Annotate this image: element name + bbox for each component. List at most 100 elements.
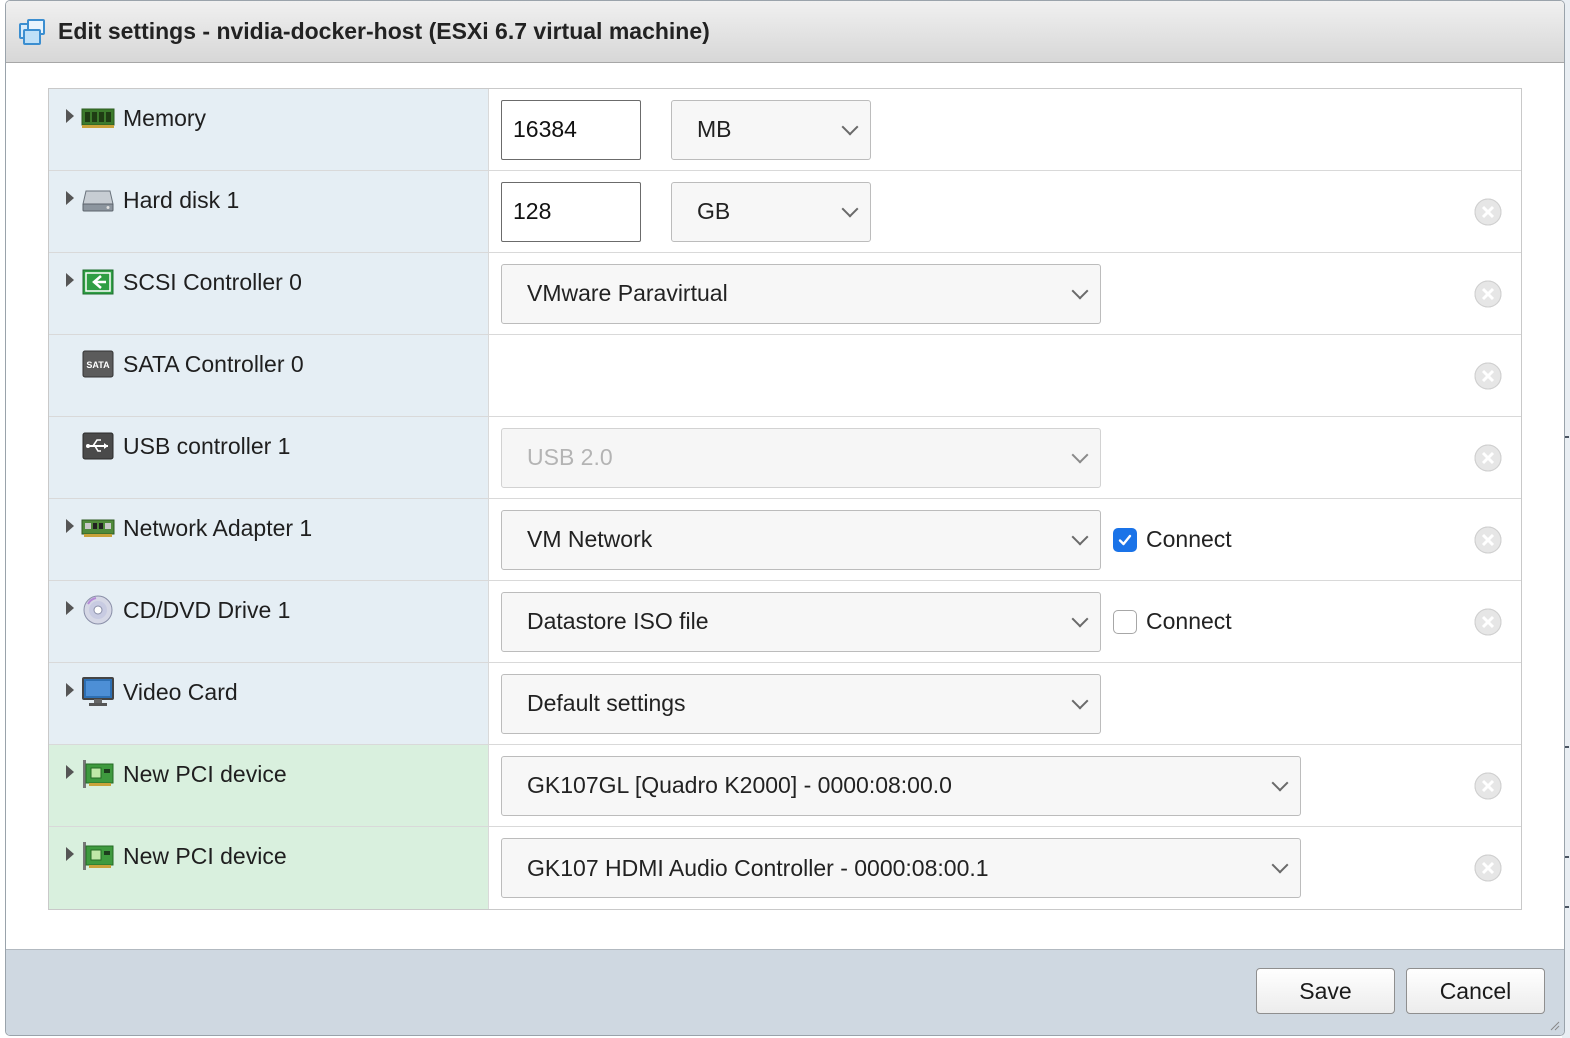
chevron-down-icon [1071, 282, 1089, 299]
expand-arrow-icon[interactable] [59, 515, 81, 537]
remove-device-icon[interactable] [1473, 853, 1503, 883]
device-label[interactable]: Memory [123, 103, 206, 133]
size-input[interactable]: 16384 [501, 99, 641, 160]
dialog-title: Edit settings - nvidia-docker-host (ESXi… [58, 18, 710, 44]
remove-device-icon[interactable] [1473, 443, 1503, 473]
device-select: USB 2.0 [501, 427, 1101, 488]
pci-device-icon [81, 759, 115, 789]
device-value-cell: Datastore ISO file Connect [489, 581, 1521, 662]
device-row: USB controller 1 USB 2.0 [49, 417, 1521, 499]
save-button[interactable]: Save [1256, 968, 1395, 1014]
remove-device-icon[interactable] [1473, 771, 1503, 801]
expand-arrow-icon[interactable] [59, 679, 81, 701]
device-label: USB controller 1 [123, 433, 291, 459]
device-row: Hard disk 1 128 GB [49, 171, 1521, 253]
device-row: New PCI device GK107 HDMI Audio Controlle… [49, 827, 1521, 909]
remove-device-icon[interactable] [1473, 525, 1503, 555]
device-select-value: Default settings [527, 690, 686, 716]
usb-controller-icon [81, 431, 115, 461]
device-row: Network Adapter 1 VM Network Connect [49, 499, 1521, 581]
chevron-down-icon [841, 118, 859, 135]
device-select[interactable]: VM Network [501, 509, 1101, 570]
chevron-down-icon [1071, 610, 1089, 627]
device-select-value: GK107 HDMI Audio Controller - 0000:08:00… [527, 854, 989, 881]
remove-device-icon[interactable] [1473, 361, 1503, 391]
cancel-button[interactable]: Cancel [1406, 968, 1545, 1014]
unit-select-value: GB [697, 198, 731, 224]
remove-device-icon[interactable] [1473, 279, 1503, 309]
device-label[interactable]: SCSI Controller 0 [123, 267, 302, 297]
expand-arrow-icon[interactable] [59, 105, 81, 127]
device-value-cell: 16384 MB [489, 89, 1521, 170]
device-label-cell: CD/DVD Drive 1 [49, 581, 489, 662]
device-select-value: VMware Paravirtual [527, 280, 728, 306]
chevron-down-icon [1071, 692, 1089, 709]
device-select[interactable]: VMware Paravirtual [501, 263, 1101, 324]
device-label[interactable]: CD/DVD Drive 1 [123, 595, 290, 625]
device-value-cell: VMware Paravirtual [489, 253, 1521, 334]
device-value-cell: USB 2.0 [489, 417, 1521, 498]
device-label-cell: SCSI Controller 0 [49, 253, 489, 334]
device-select[interactable]: GK107GL [Quadro K2000] - 0000:08:00.0 [501, 755, 1301, 816]
device-label[interactable]: Hard disk 1 [123, 185, 239, 215]
device-row: Video Card Default settings [49, 663, 1521, 745]
expand-arrow-icon[interactable] [59, 187, 81, 209]
connect-checkbox[interactable] [1113, 609, 1137, 634]
device-value-cell: VM Network Connect [489, 499, 1521, 580]
expand-arrow-icon[interactable] [59, 269, 81, 291]
pci-device-icon [81, 841, 115, 871]
connect-checkbox[interactable] [1113, 527, 1137, 552]
connect-toggle[interactable]: Connect [1113, 526, 1232, 553]
device-row: Memory 16384 MB [49, 89, 1521, 171]
vm-settings-icon [19, 18, 45, 45]
unit-select-value: MB [697, 116, 732, 142]
device-select-value: USB 2.0 [527, 444, 613, 470]
device-row: SCSI Controller 0 VMware Paravirtual [49, 253, 1521, 335]
resize-handle-icon[interactable] [1548, 1019, 1560, 1031]
hard-disk-icon [81, 185, 115, 215]
sata-controller-icon: SATA [81, 349, 115, 379]
cd-dvd-icon [81, 595, 115, 625]
size-input[interactable]: 128 [501, 181, 641, 242]
chevron-down-icon [1271, 856, 1289, 874]
device-value-cell: GK107 HDMI Audio Controller - 0000:08:00… [489, 827, 1521, 909]
expand-arrow-icon[interactable] [59, 843, 81, 865]
unit-select[interactable]: MB [671, 99, 871, 160]
device-label[interactable]: Video Card [123, 677, 238, 707]
device-value-cell [489, 335, 1521, 416]
unit-select[interactable]: GB [671, 181, 871, 242]
device-select[interactable]: GK107 HDMI Audio Controller - 0000:08:00… [501, 838, 1301, 898]
device-label[interactable]: Network Adapter 1 [123, 513, 312, 543]
video-card-icon [81, 677, 115, 707]
device-select-value: VM Network [527, 526, 653, 552]
connect-label: Connect [1146, 608, 1232, 634]
expand-arrow-icon[interactable] [59, 761, 81, 783]
device-label-cell: Memory [49, 89, 489, 170]
device-label[interactable]: New PCI device [123, 841, 287, 871]
connect-toggle[interactable]: Connect [1113, 608, 1232, 635]
scsi-controller-icon [81, 267, 115, 297]
device-select-value: GK107GL [Quadro K2000] - 0000:08:00.0 [527, 772, 952, 798]
dialog-titlebar[interactable]: Edit settings - nvidia-docker-host (ESXi… [6, 1, 1564, 63]
connect-label: Connect [1146, 526, 1232, 552]
device-value-cell: Default settings [489, 663, 1521, 744]
chevron-down-icon [1071, 446, 1089, 463]
device-label-cell: Hard disk 1 [49, 171, 489, 252]
device-label[interactable]: New PCI device [123, 759, 287, 789]
device-list: Memory 16384 MB Hard disk 1 128 GB SCSI Contro… [48, 88, 1522, 910]
device-select[interactable]: Datastore ISO file [501, 591, 1101, 652]
device-value-cell: GK107GL [Quadro K2000] - 0000:08:00.0 [489, 745, 1521, 826]
device-row: CD/DVD Drive 1 Datastore ISO file Connect [49, 581, 1521, 663]
remove-device-icon[interactable] [1473, 607, 1503, 637]
dialog-footer: Save Cancel [6, 949, 1564, 1035]
device-label-cell: SATA SATA Controller 0 [49, 335, 489, 416]
device-value-cell: 128 GB [489, 171, 1521, 252]
edit-settings-dialog: Edit settings - nvidia-docker-host (ESXi… [5, 0, 1565, 1036]
chevron-down-icon [1271, 774, 1289, 791]
device-select[interactable]: Default settings [501, 673, 1101, 734]
expand-arrow-icon[interactable] [59, 597, 81, 619]
remove-device-icon[interactable] [1473, 197, 1503, 227]
network-adapter-icon [81, 513, 115, 543]
memory-icon [81, 103, 115, 133]
